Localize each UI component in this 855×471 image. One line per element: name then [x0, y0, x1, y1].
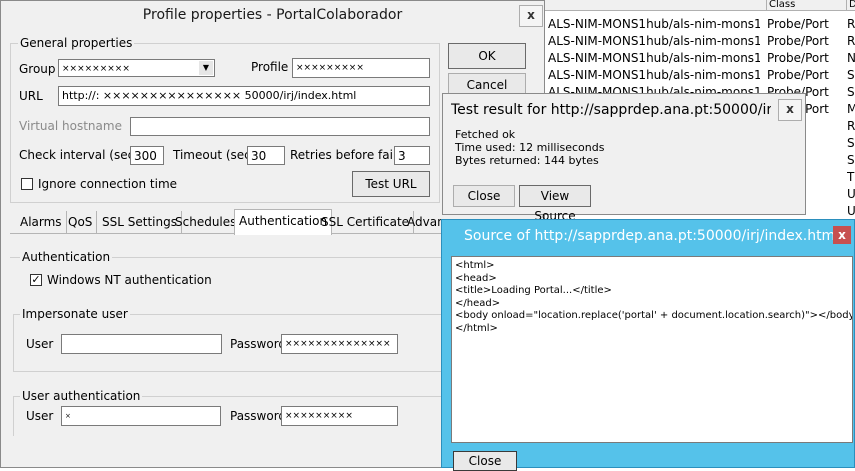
table-cell-name: ALS-NIM-MONS1hub/als-nim-mons1.... — [548, 34, 760, 48]
table-cell-extra: R — [847, 34, 855, 48]
fetched-status: Fetched ok — [455, 128, 516, 141]
table-cell-extra: U — [847, 204, 855, 218]
tab-alarms[interactable]: Alarms — [16, 211, 67, 233]
table-cell-extra: Sc — [847, 153, 855, 167]
tab-qos[interactable]: QoS — [64, 211, 98, 233]
check-interval-field[interactable]: 300 — [130, 146, 164, 165]
close-button[interactable]: Close — [453, 451, 517, 471]
ignore-connection-label: Ignore connection time — [38, 177, 178, 191]
table-cell-extra: M — [847, 101, 855, 118]
authentication-group-title: Authentication — [20, 250, 113, 264]
test-result-title: Test result for http://sapprdep.ana.pt:5… — [451, 102, 771, 118]
table-row[interactable]: ALS-NIM-MONS1hub/als-nim-mons1.... Probe/… — [544, 33, 855, 50]
table-cell-extra: Sl — [847, 85, 855, 99]
close-icon[interactable]: x — [778, 99, 802, 121]
table-row[interactable]: ALS-NIM-MONS1hub/als-nim-mons1.... Probe/… — [544, 50, 855, 67]
ok-button[interactable]: OK — [448, 43, 526, 69]
table-cell-name: ALS-NIM-MONS1hub/als-nim-mons1.... — [548, 68, 760, 82]
nt-auth-checkbox[interactable]: ✓ — [30, 274, 42, 286]
imp-user-field[interactable] — [61, 334, 222, 354]
group-select[interactable]: ××××××××× ▼ — [58, 59, 215, 77]
column-header-name[interactable] — [544, 0, 766, 11]
ignore-connection-checkbox[interactable] — [21, 178, 33, 190]
table-row[interactable]: ALS-NIM-MONS1hub/als-nim-mons1.... Probe/… — [544, 67, 855, 84]
bytes-returned: Bytes returned: 144 bytes — [455, 154, 599, 167]
ua-user-label: User — [26, 409, 54, 423]
group-select-value: ××××××××× — [62, 64, 130, 74]
close-button[interactable]: Close — [453, 185, 515, 207]
retries-field[interactable]: 3 — [394, 146, 430, 165]
nt-auth-label: Windows NT authentication — [47, 273, 212, 287]
test-result-dialog: Test result for http://sapprdep.ana.pt:5… — [442, 93, 806, 223]
timeout-field[interactable]: 30 — [247, 146, 285, 165]
table-cell-name: ALS-NIM-MONS1hub/als-nim-mons1.... — [548, 17, 760, 31]
profile-field[interactable]: ××××××××× — [292, 58, 430, 78]
group-label: Group — [19, 62, 56, 76]
url-label: URL — [19, 89, 43, 103]
column-header-class[interactable]: Class — [766, 0, 849, 11]
column-header-d[interactable]: D — [846, 0, 855, 11]
ua-user-field[interactable]: × — [61, 406, 221, 426]
test-url-button[interactable]: Test URL — [352, 171, 430, 197]
ua-password-label: Password — [230, 409, 287, 423]
impersonate-group-title: Impersonate user — [20, 307, 130, 321]
table-cell-extra: T — [847, 170, 855, 184]
table-cell-extra: N — [847, 50, 855, 67]
imp-password-label: Password — [230, 337, 287, 351]
table-cell-class: Probe/Port — [767, 68, 829, 82]
tab-schedules[interactable]: Schedules — [171, 211, 242, 233]
table-cell-class: Probe/Port — [767, 17, 829, 31]
ua-password-field[interactable]: ××××××××× — [281, 406, 398, 426]
virtual-hostname-label: Virtual hostname — [19, 119, 122, 133]
table-cell-extra: R — [847, 17, 855, 31]
tab-ssl-certificate[interactable]: SSL Certificate — [317, 211, 415, 233]
close-icon[interactable]: x — [833, 226, 851, 244]
user-auth-group-title: User authentication — [20, 389, 143, 403]
source-code-view[interactable]: <html> <head> <title>Loading Portal...</… — [451, 256, 853, 443]
source-window-title: Source of http://sapprdep.ana.pt:50000/i… — [464, 228, 840, 244]
table-cell-extra: Sl — [847, 68, 855, 82]
window-title: Profile properties - PortalColaborador — [1, 1, 544, 29]
table-cell-extra: Sc — [847, 136, 855, 150]
table-cell-extra: U — [847, 187, 855, 201]
test-result-body: Fetched ok Time used: 12 milliseconds By… — [455, 128, 604, 167]
view-source-button[interactable]: View Source — [519, 185, 591, 223]
check-interval-label: Check interval (sec.) — [19, 148, 143, 162]
url-field[interactable]: http://: ××××××××××××××× 50000/irj/index… — [58, 86, 430, 106]
chevron-down-icon[interactable]: ▼ — [199, 61, 213, 75]
imp-user-label: User — [26, 337, 54, 351]
close-icon[interactable]: x — [519, 5, 543, 27]
table-cell-class: Probe/Port — [767, 51, 829, 65]
source-window: Source of http://sapprdep.ana.pt:50000/i… — [441, 219, 855, 471]
time-used: Time used: 12 milliseconds — [455, 141, 605, 154]
table-cell-name: ALS-NIM-MONS1hub/als-nim-mons1.... — [548, 51, 760, 65]
imp-password-field[interactable]: ×××××××××××××× — [281, 334, 398, 354]
general-properties-title: General properties — [18, 36, 135, 50]
profile-label: Profile — [251, 60, 289, 74]
table-cell-extra: R — [847, 119, 855, 133]
table-row[interactable]: ALS-NIM-MONS1hub/als-nim-mons1.... Probe/… — [544, 16, 855, 33]
virtual-hostname-field[interactable] — [130, 117, 430, 136]
table-cell-class: Probe/Port — [767, 34, 829, 48]
tab-ssl-settings[interactable]: SSL Settings — [98, 211, 182, 233]
